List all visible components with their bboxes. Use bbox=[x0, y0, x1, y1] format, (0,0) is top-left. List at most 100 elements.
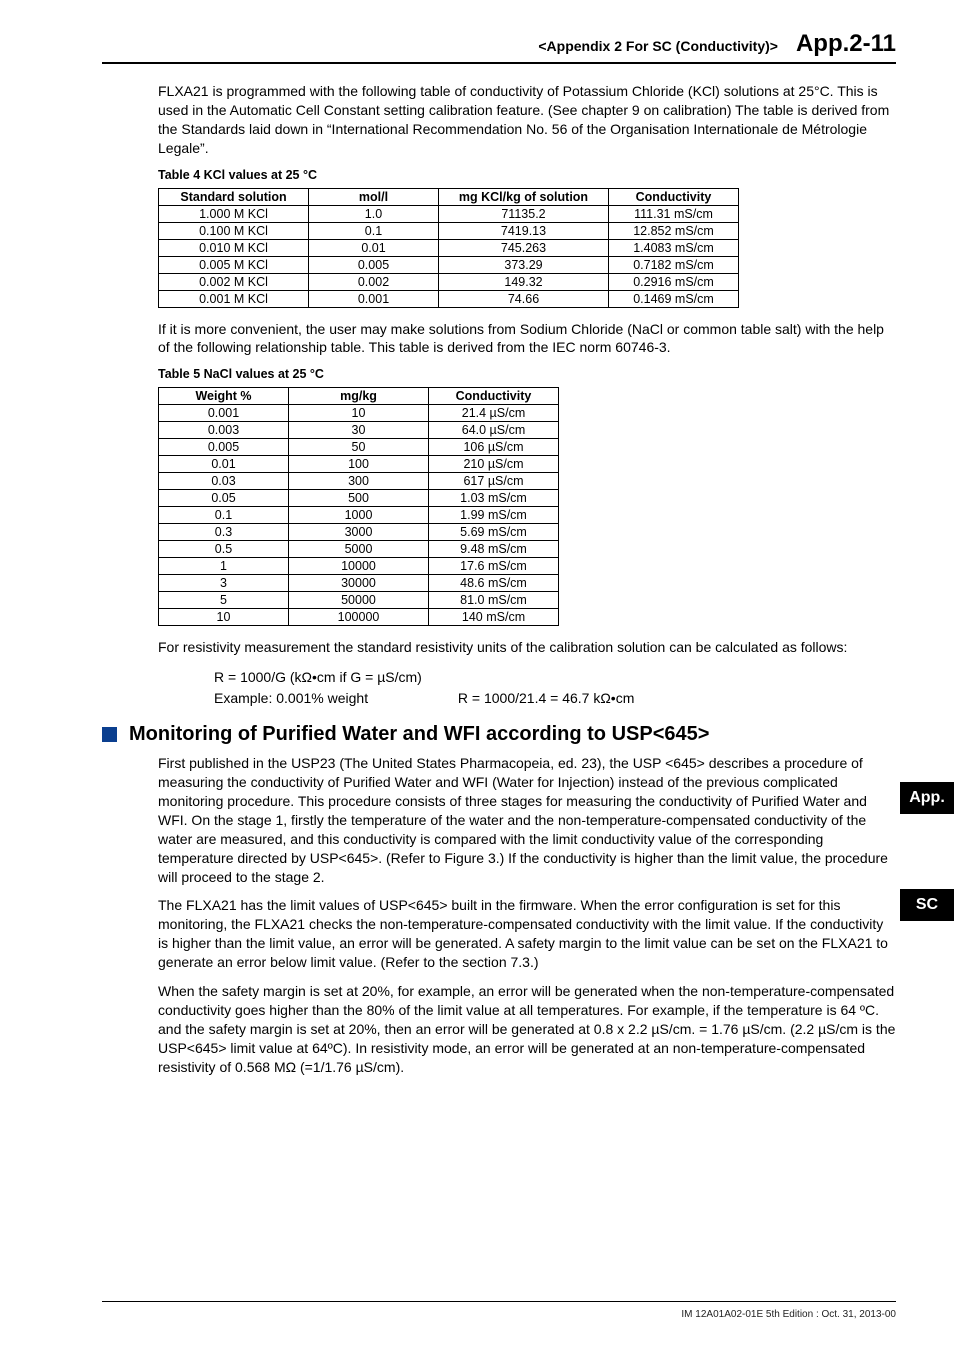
table-cell: 100 bbox=[289, 456, 429, 473]
table-cell: 71135.2 bbox=[439, 205, 609, 222]
table-cell: 1.03 mS/cm bbox=[429, 490, 559, 507]
table-cell: 0.5 bbox=[159, 541, 289, 558]
formula-example-value: R = 1000/21.4 = 46.7 kΩ•cm bbox=[458, 690, 634, 706]
side-tab-sc: SC bbox=[900, 889, 954, 921]
resistivity-note: For resistivity measurement the standard… bbox=[158, 638, 896, 657]
table-cell: 21.4 µS/cm bbox=[429, 405, 559, 422]
table-cell: 64.0 µS/cm bbox=[429, 422, 559, 439]
table-row: 0.550009.48 mS/cm bbox=[159, 541, 559, 558]
table-row: 0.002 M KCl0.002149.320.2916 mS/cm bbox=[159, 273, 739, 290]
table-cell: 1.0 bbox=[309, 205, 439, 222]
table-cell: 1.4083 mS/cm bbox=[609, 239, 739, 256]
table5-header: mg/kg bbox=[289, 388, 429, 405]
intro-paragraph-2: If it is more convenient, the user may m… bbox=[158, 320, 896, 358]
table-cell: 0.001 bbox=[159, 405, 289, 422]
usp-paragraph-3: When the safety margin is set at 20%, fo… bbox=[158, 982, 896, 1076]
table4-header: mg KCl/kg of solution bbox=[439, 188, 609, 205]
table-row: 0.100 M KCl0.17419.1312.852 mS/cm bbox=[159, 222, 739, 239]
table5-caption: Table 5 NaCl values at 25 °C bbox=[158, 367, 896, 381]
table-cell: 0.003 bbox=[159, 422, 289, 439]
table-row: 10100000140 mS/cm bbox=[159, 609, 559, 626]
table-cell: 0.002 M KCl bbox=[159, 273, 309, 290]
table-cell: 0.01 bbox=[309, 239, 439, 256]
table-row: 0.055001.03 mS/cm bbox=[159, 490, 559, 507]
table-cell: 0.01 bbox=[159, 456, 289, 473]
formula-example-label: Example: 0.001% weight bbox=[214, 688, 454, 709]
usp-paragraph-2: The FLXA21 has the limit values of USP<6… bbox=[158, 896, 896, 972]
formula-line-1: R = 1000/G (kΩ•cm if G = µS/cm) bbox=[214, 667, 896, 688]
table-cell: 1.99 mS/cm bbox=[429, 507, 559, 524]
table-cell: 500 bbox=[289, 490, 429, 507]
table-cell: 48.6 mS/cm bbox=[429, 575, 559, 592]
table-cell: 0.03 bbox=[159, 473, 289, 490]
table-cell: 81.0 mS/cm bbox=[429, 592, 559, 609]
table-cell: 111.31 mS/cm bbox=[609, 205, 739, 222]
square-bullet-icon bbox=[102, 727, 117, 742]
table-cell: 0.2916 mS/cm bbox=[609, 273, 739, 290]
table-row: 0.330005.69 mS/cm bbox=[159, 524, 559, 541]
side-tab-app: App. bbox=[900, 782, 954, 814]
table-cell: 50 bbox=[289, 439, 429, 456]
table-cell: 0.005 M KCl bbox=[159, 256, 309, 273]
table-cell: 12.852 mS/cm bbox=[609, 222, 739, 239]
section-heading-text: Monitoring of Purified Water and WFI acc… bbox=[129, 723, 709, 746]
table-cell: 106 µS/cm bbox=[429, 439, 559, 456]
table-cell: 5 bbox=[159, 592, 289, 609]
formula-block: R = 1000/G (kΩ•cm if G = µS/cm) Example:… bbox=[214, 667, 896, 709]
table-row: 33000048.6 mS/cm bbox=[159, 575, 559, 592]
table-row: 0.010 M KCl0.01745.2631.4083 mS/cm bbox=[159, 239, 739, 256]
table-cell: 5000 bbox=[289, 541, 429, 558]
table-row: 0.0033064.0 µS/cm bbox=[159, 422, 559, 439]
table-cell: 100000 bbox=[289, 609, 429, 626]
table4-header: Conductivity bbox=[609, 188, 739, 205]
table-row: 0.110001.99 mS/cm bbox=[159, 507, 559, 524]
footer-rule bbox=[102, 1301, 896, 1302]
table-cell: 0.1 bbox=[159, 507, 289, 524]
table-cell: 0.3 bbox=[159, 524, 289, 541]
table-row: 55000081.0 mS/cm bbox=[159, 592, 559, 609]
table-cell: 300 bbox=[289, 473, 429, 490]
table-cell: 0.005 bbox=[159, 439, 289, 456]
table-cell: 10 bbox=[289, 405, 429, 422]
table-cell: 17.6 mS/cm bbox=[429, 558, 559, 575]
table-cell: 3 bbox=[159, 575, 289, 592]
table-cell: 149.32 bbox=[439, 273, 609, 290]
table-cell: 0.05 bbox=[159, 490, 289, 507]
table-cell: 9.48 mS/cm bbox=[429, 541, 559, 558]
table5-header: Conductivity bbox=[429, 388, 559, 405]
table-cell: 0.001 M KCl bbox=[159, 290, 309, 307]
table-cell: 10000 bbox=[289, 558, 429, 575]
table-row: 0.005 M KCl0.005373.290.7182 mS/cm bbox=[159, 256, 739, 273]
table-row: 11000017.6 mS/cm bbox=[159, 558, 559, 575]
footer-text: IM 12A01A02-01E 5th Edition : Oct. 31, 2… bbox=[681, 1309, 896, 1320]
table-cell: 0.1469 mS/cm bbox=[609, 290, 739, 307]
table-cell: 0.1 bbox=[309, 222, 439, 239]
table-row: 1.000 M KCl1.071135.2111.31 mS/cm bbox=[159, 205, 739, 222]
table-cell: 140 mS/cm bbox=[429, 609, 559, 626]
table4-header: mol/l bbox=[309, 188, 439, 205]
table-row: 0.03300617 µS/cm bbox=[159, 473, 559, 490]
table-cell: 210 µS/cm bbox=[429, 456, 559, 473]
table-cell: 745.263 bbox=[439, 239, 609, 256]
table-cell: 3000 bbox=[289, 524, 429, 541]
table4-header: Standard solution bbox=[159, 188, 309, 205]
page-header: <Appendix 2 For SC (Conductivity)> App.2… bbox=[102, 30, 896, 64]
header-section-title: <Appendix 2 For SC (Conductivity)> bbox=[538, 38, 778, 54]
table-cell: 1 bbox=[159, 558, 289, 575]
table-cell: 30 bbox=[289, 422, 429, 439]
table4-caption: Table 4 KCl values at 25 °C bbox=[158, 168, 896, 182]
section-heading-usp645: Monitoring of Purified Water and WFI acc… bbox=[102, 723, 896, 746]
table-cell: 1000 bbox=[289, 507, 429, 524]
usp-paragraph-1: First published in the USP23 (The United… bbox=[158, 754, 896, 886]
table-nacl-values: Weight %mg/kgConductivity 0.0011021.4 µS… bbox=[158, 387, 559, 626]
table-row: 0.00550106 µS/cm bbox=[159, 439, 559, 456]
table-kcl-values: Standard solutionmol/lmg KCl/kg of solut… bbox=[158, 188, 739, 308]
table-row: 0.001 M KCl0.00174.660.1469 mS/cm bbox=[159, 290, 739, 307]
formula-line-2: Example: 0.001% weight R = 1000/21.4 = 4… bbox=[214, 688, 896, 709]
table-cell: 617 µS/cm bbox=[429, 473, 559, 490]
table-cell: 50000 bbox=[289, 592, 429, 609]
table-cell: 0.100 M KCl bbox=[159, 222, 309, 239]
table-cell: 7419.13 bbox=[439, 222, 609, 239]
table-cell: 5.69 mS/cm bbox=[429, 524, 559, 541]
header-page-number: App.2-11 bbox=[796, 30, 896, 58]
